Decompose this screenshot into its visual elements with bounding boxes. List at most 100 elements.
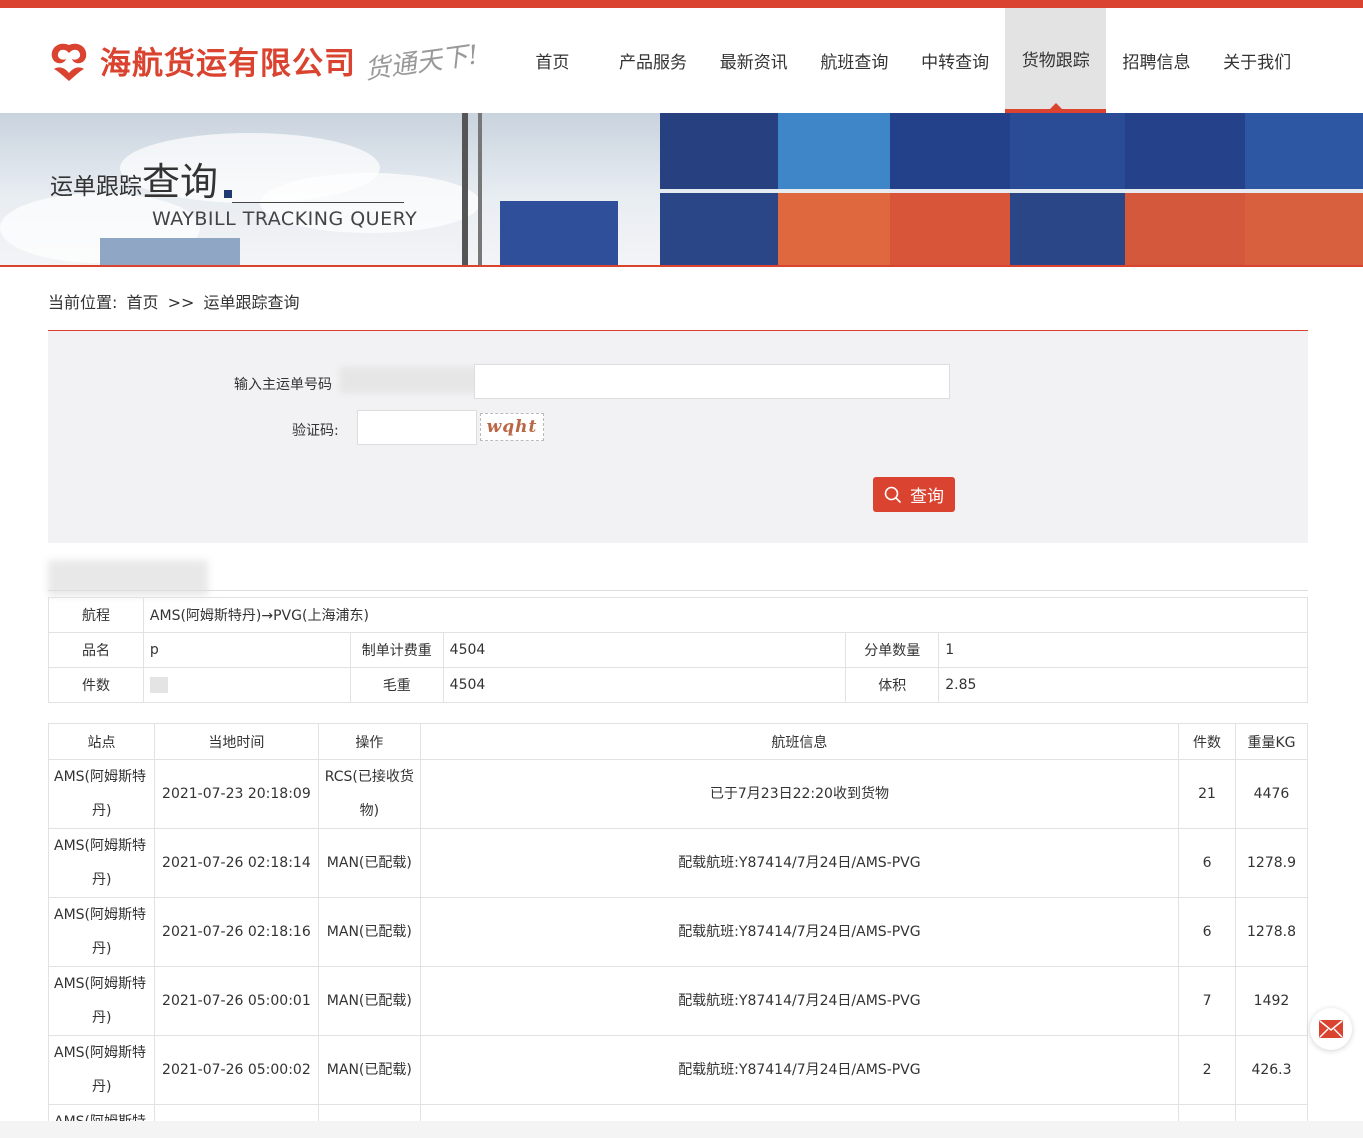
gross-weight-value: 4504: [442, 667, 847, 703]
time-cell: 2021-07-26 05:00:02: [153, 1035, 319, 1105]
col-header-pieces: 件数: [1178, 723, 1236, 760]
weight-cell: 4476: [1235, 759, 1308, 829]
site-logo[interactable]: 海航货运有限公司 货通天下!: [46, 38, 480, 86]
table-row: AMS(阿姆斯特 丹) 2021-07-26 05:00:02 MAN(已配载) …: [48, 1035, 1308, 1105]
pieces-cell: 2: [1178, 1035, 1236, 1105]
banner-container: [1245, 193, 1363, 265]
banner-subtitle: WAYBILL TRACKING QUERY: [152, 208, 418, 230]
col-header-operation: 操作: [317, 723, 421, 760]
table-row: 件数 毛重 4504 体积 2.85: [48, 667, 1308, 703]
table-row: 品名 p 制单计费重 4504 分单数量 1: [48, 632, 1308, 668]
search-icon: [884, 486, 902, 503]
banner-container: [100, 238, 240, 265]
waybill-input[interactable]: [474, 364, 950, 399]
col-header-station: 站点: [48, 723, 155, 760]
nav-item-jobs[interactable]: 招聘信息: [1106, 8, 1207, 113]
banner-container: [890, 193, 1010, 265]
charge-weight-value: 4504: [442, 632, 847, 668]
station-text: 丹): [92, 941, 112, 957]
banner-container: [1010, 113, 1125, 189]
banner-container: [778, 193, 890, 265]
operation-cell: MAN(已配载): [317, 966, 421, 1036]
station-text: 丹): [92, 803, 112, 819]
banner-container: [1010, 193, 1125, 265]
redacted-block: [149, 677, 168, 693]
banner-crane: [478, 113, 482, 265]
col-header-local-time: 当地时间: [153, 723, 319, 760]
breadcrumb-current: 运单跟踪查询: [203, 293, 300, 312]
weight-cell: 426.3: [1235, 1035, 1308, 1105]
operation-cell: MAN(已配载): [317, 1035, 421, 1105]
banner-title-dot: [224, 190, 233, 198]
site-header: 海航货运有限公司 货通天下! 首页 产品服务 最新资讯 航班查询 中转查询 货物…: [0, 8, 1363, 113]
station-text: 丹): [92, 1010, 112, 1026]
waybill-summary-table: 航程 AMS(阿姆斯特丹)→PVG(上海浦东) 品名 p 制单计费重 4504 …: [48, 597, 1309, 703]
top-accent-bar: [0, 0, 1363, 8]
nav-item-cargo-tracking[interactable]: 货物跟踪: [1005, 8, 1107, 113]
station-cell: AMS(阿姆斯特 丹): [48, 897, 155, 967]
banner-title-big: 查询: [142, 160, 219, 204]
table-row: AMS(阿姆斯特 丹) 2021-07-26 02:18:16 MAN(已配载) …: [48, 897, 1308, 967]
pieces-value: [142, 667, 351, 703]
breadcrumb-home-link[interactable]: 首页: [127, 293, 159, 312]
captcha-input[interactable]: [357, 410, 477, 445]
table-row: AMS(阿姆斯特 丹) 2021-07-26 02:18:14 MAN(已配载) …: [48, 828, 1308, 898]
banner-container: [500, 201, 618, 265]
mail-icon: [1319, 1020, 1343, 1038]
banner-title: 运单跟踪 查询: [50, 160, 233, 204]
flight-info-cell: 配载航班:Y87414/7月24日/AMS-PVG: [419, 1035, 1180, 1105]
weight-cell: 1492: [1235, 966, 1308, 1036]
station-text: AMS(阿姆斯特: [54, 838, 147, 854]
captcha-image[interactable]: wqht: [480, 413, 544, 441]
station-text: AMS(阿姆斯特: [54, 1045, 147, 1061]
flight-info-cell: 已于7月23日22:20收到货物: [419, 759, 1180, 829]
weight-cell: 1278.9: [1235, 828, 1308, 898]
result-divider: [48, 590, 1308, 591]
station-text: AMS(阿姆斯特: [54, 907, 147, 923]
product-name-label: 品名: [48, 632, 144, 668]
breadcrumb-separator: >>: [167, 293, 195, 312]
charge-weight-label: 制单计费重: [349, 632, 444, 668]
nav-item-news[interactable]: 最新资讯: [703, 8, 804, 113]
nav-item-about[interactable]: 关于我们: [1207, 8, 1308, 113]
query-button-label: 查询: [910, 487, 944, 507]
sub-count-label: 分单数量: [845, 632, 940, 668]
main-nav: 首页 产品服务 最新资讯 航班查询 中转查询 货物跟踪 招聘信息 关于我们: [502, 8, 1308, 113]
banner-container: [1245, 113, 1363, 189]
route-label: 航程: [48, 597, 144, 633]
station-cell: AMS(阿姆斯特 丹): [48, 759, 155, 829]
operation-cell: MAN(已配载): [317, 828, 421, 898]
tracking-table: 站点 当地时间 操作 航班信息 件数 重量KG AMS(阿姆斯特 丹) 2021-…: [48, 723, 1308, 1138]
time-cell: 2021-07-26 02:18:14: [153, 828, 319, 898]
station-text: AMS(阿姆斯特: [54, 769, 147, 785]
nav-item-flight-query[interactable]: 航班查询: [804, 8, 905, 113]
table-row: AMS(阿姆斯特 丹) 2021-07-23 20:18:09 RCS(已接收货物…: [48, 759, 1308, 829]
captcha-label: 验证码:: [292, 423, 339, 439]
banner-container: [660, 193, 778, 265]
banner-container: [1125, 113, 1245, 189]
table-row: 航程 AMS(阿姆斯特丹)→PVG(上海浦东): [48, 597, 1309, 633]
pieces-cell: 6: [1178, 897, 1236, 967]
banner-title-small: 运单跟踪: [50, 174, 142, 200]
col-header-flight-info: 航班信息: [419, 723, 1180, 760]
banner-container: [890, 113, 1010, 189]
nav-item-transfer-query[interactable]: 中转查询: [905, 8, 1006, 113]
station-text: 丹): [92, 1079, 112, 1095]
banner-crane: [462, 113, 468, 265]
operation-text: RCS(已接收货: [324, 769, 414, 785]
station-cell: AMS(阿姆斯特 丹): [48, 1035, 155, 1105]
banner-divider: [232, 202, 404, 203]
operation-cell: MAN(已配载): [317, 897, 421, 967]
nav-item-home[interactable]: 首页: [502, 8, 603, 113]
nav-item-products[interactable]: 产品服务: [603, 8, 704, 113]
volume-value: 2.85: [938, 667, 1308, 703]
station-text: AMS(阿姆斯特: [54, 976, 147, 992]
mail-float-button[interactable]: [1310, 1008, 1352, 1050]
time-cell: 2021-07-23 20:18:09: [153, 759, 319, 829]
banner-container: [1125, 193, 1245, 265]
sub-count-value: 1: [938, 632, 1308, 668]
table-row: AMS(阿姆斯特 丹) 2021-07-26 05:00:01 MAN(已配载) …: [48, 966, 1308, 1036]
station-text: 丹): [92, 872, 112, 888]
query-button[interactable]: 查询: [873, 477, 955, 512]
table-header-row: 站点 当地时间 操作 航班信息 件数 重量KG: [48, 723, 1308, 760]
